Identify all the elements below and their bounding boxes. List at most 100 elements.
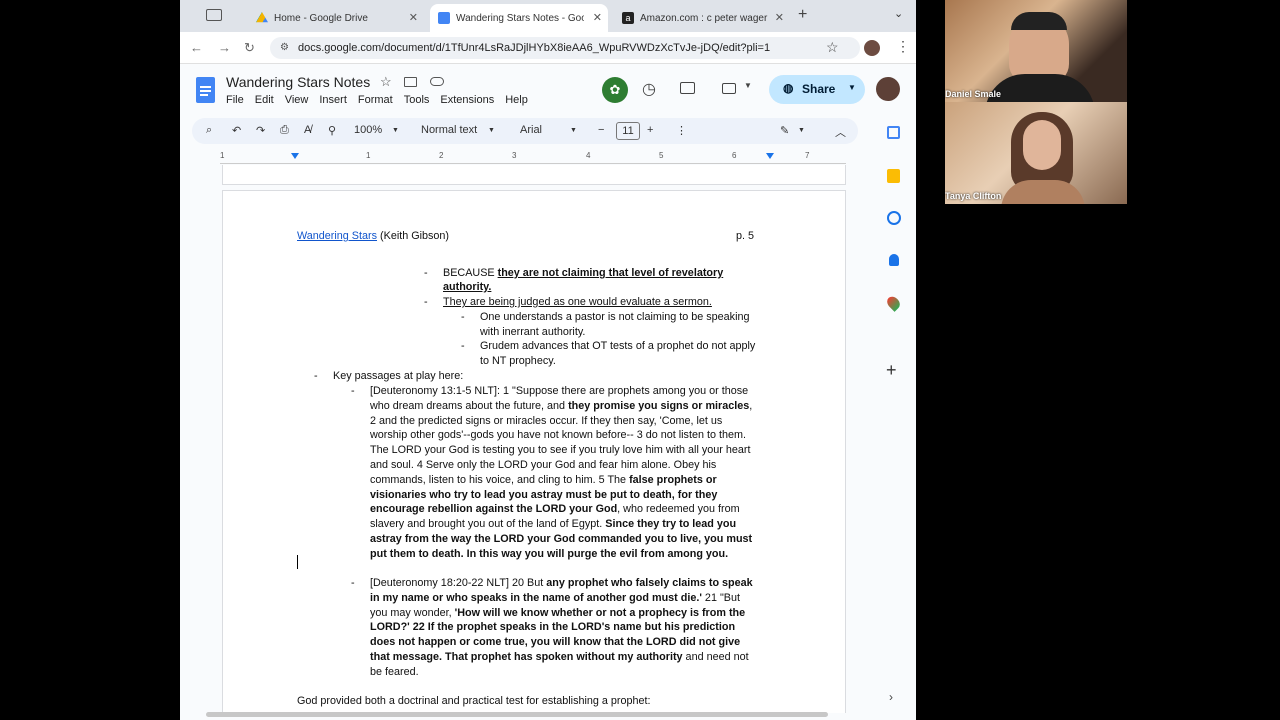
more-options-icon[interactable]: ⋮ — [676, 124, 687, 137]
calendar-icon[interactable] — [887, 126, 900, 139]
maps-icon[interactable] — [884, 294, 903, 312]
share-button[interactable]: ◍ Share ▼ — [769, 75, 865, 104]
menu-format[interactable]: Format — [358, 94, 393, 106]
docs-logo-icon[interactable] — [196, 77, 215, 103]
ruler-mark: 4 — [586, 151, 591, 160]
menu-extensions[interactable]: Extensions — [440, 94, 494, 106]
quote-text-bold: any prophet who falsely claims to speak — [546, 577, 753, 589]
redo-icon[interactable]: ↷ — [256, 124, 265, 137]
bookmark-star-icon[interactable]: ☆ — [826, 39, 839, 56]
site-settings-icon[interactable]: ⚙ — [280, 37, 289, 59]
participant-name: Tanya Clifton — [945, 191, 1002, 201]
quote-text-bold: put them to death. In this way you will … — [370, 547, 729, 560]
horizontal-scrollbar-thumb[interactable] — [206, 712, 828, 717]
participant-video — [985, 74, 1095, 102]
participant-name: Daniel Smale — [945, 89, 1002, 99]
tasks-icon[interactable] — [887, 211, 901, 225]
menu-insert[interactable]: Insert — [319, 94, 347, 106]
version-history-icon[interactable]: ◷ — [642, 79, 656, 99]
bullet-continuation: to NT prophecy. — [480, 355, 556, 367]
quote-line: be feared. — [370, 665, 419, 680]
tab-list-chevron-icon[interactable]: ⌄ — [894, 7, 903, 20]
font-size-input[interactable]: 11 — [616, 122, 640, 140]
share-dropdown-icon[interactable]: ▼ — [848, 83, 856, 92]
close-tab-icon[interactable]: ✕ — [409, 11, 418, 24]
print-icon[interactable]: ⎙ — [280, 124, 289, 137]
extension-icon[interactable]: ✿ — [602, 77, 628, 103]
contacts-icon[interactable] — [889, 254, 899, 266]
document-title[interactable]: Wandering Stars Notes — [226, 74, 370, 90]
docs-header: Wandering Stars Notes ☆ File Edit View I… — [180, 64, 916, 118]
quote-text: commands, listen to his voice, and cling… — [370, 473, 630, 486]
menu-view[interactable]: View — [285, 94, 309, 106]
document-page[interactable]: Wandering Stars (Keith Gibson) p. 5 - BE… — [222, 190, 846, 713]
editing-mode-dropdown-icon[interactable]: ▼ — [798, 127, 805, 134]
new-tab-icon[interactable]: + — [798, 6, 807, 24]
account-avatar[interactable] — [876, 77, 900, 101]
right-indent-marker[interactable] — [766, 153, 774, 159]
quote-text-bold: does not happen or come true, you will k… — [370, 636, 741, 649]
google-docs-icon — [438, 12, 450, 24]
add-addon-icon[interactable]: + — [886, 360, 897, 381]
bullet-pastor: One understands a pastor is not claiming… — [480, 311, 750, 323]
reload-icon[interactable]: ↻ — [244, 40, 255, 56]
menu-edit[interactable]: Edit — [255, 94, 274, 106]
zoom-select[interactable]: 100% — [354, 124, 382, 136]
editing-mode-icon[interactable]: ✎ — [780, 124, 789, 137]
forward-icon[interactable]: → — [218, 40, 231, 55]
undo-icon[interactable]: ↶ — [232, 124, 241, 137]
left-indent-marker[interactable] — [291, 153, 299, 159]
quote-text: 2 and the predicted signs or miracles oc… — [370, 414, 723, 427]
comments-icon[interactable] — [680, 82, 695, 94]
participant-video — [1023, 120, 1061, 170]
participant-video — [1011, 12, 1067, 30]
browser-menu-icon[interactable]: ⋮ — [896, 38, 910, 55]
paint-format-icon[interactable]: ⚲ — [328, 124, 336, 137]
quote-line: [Deuteronomy 13:1-5 NLT]: 1 "Suppose the… — [370, 384, 748, 399]
document-canvas: Wandering Stars (Keith Gibson) p. 5 - BE… — [180, 165, 865, 713]
address-bar-row: ← → ↻ ⚙ docs.google.com/document/d/1TfUn… — [180, 32, 916, 64]
quote-text-bold: 'How will we know whether or not a proph… — [454, 606, 746, 619]
quote-text: and need not — [682, 651, 749, 663]
decrease-font-size-icon[interactable]: − — [598, 124, 604, 136]
style-dropdown-icon[interactable]: ▼ — [488, 127, 495, 134]
quote-text: , who redeemed you from — [617, 503, 740, 516]
tab-search-icon[interactable] — [206, 9, 222, 21]
menu-help[interactable]: Help — [505, 94, 528, 106]
tab-google-drive[interactable]: Home - Google Drive ✕ — [248, 4, 424, 32]
closing-paragraph: God provided both a doctrinal and practi… — [297, 695, 651, 707]
meet-dropdown-icon[interactable]: ▼ — [744, 81, 752, 90]
back-icon[interactable]: ← — [190, 40, 203, 55]
menu-file[interactable]: File — [226, 94, 244, 106]
bullet-judged: They are being judged as one would evalu… — [443, 295, 712, 310]
quote-line: put them to death. In this way you will … — [370, 547, 728, 562]
bullet-text-emphasis: authority. — [443, 281, 492, 293]
quote-line: encourage rebellion against the LORD you… — [370, 502, 740, 517]
tab-label: Wandering Stars Notes - Goo — [456, 12, 584, 24]
tab-wandering-stars-notes[interactable]: Wandering Stars Notes - Goo ✕ — [430, 4, 608, 32]
quote-line: The LORD your God is testing you to see … — [370, 443, 750, 458]
move-folder-icon[interactable] — [404, 77, 417, 87]
tab-amazon[interactable]: a Amazon.com : c peter wager ✕ — [614, 4, 790, 32]
keep-icon[interactable] — [887, 169, 900, 183]
quote-text-bold: they promise you signs or miracles — [568, 399, 750, 412]
url-input[interactable]: ⚙ docs.google.com/document/d/1TfUnr4LsRa… — [270, 37, 860, 59]
spellcheck-icon[interactable]: A̸ — [304, 124, 311, 136]
menu-tools[interactable]: Tools — [404, 94, 430, 106]
font-select[interactable]: Arial — [520, 124, 542, 136]
close-tab-icon[interactable]: ✕ — [593, 11, 602, 24]
profile-avatar[interactable] — [864, 40, 880, 56]
search-menus-icon[interactable]: ⌕ — [206, 124, 212, 137]
increase-font-size-icon[interactable]: + — [647, 124, 653, 136]
header-author: (Keith Gibson) — [380, 230, 450, 242]
close-tab-icon[interactable]: ✕ — [775, 11, 784, 24]
meet-video-icon[interactable] — [722, 83, 736, 94]
header-link[interactable]: Wandering Stars — [297, 230, 377, 242]
show-side-panel-chevron-icon[interactable]: › — [889, 690, 893, 704]
star-icon[interactable]: ☆ — [380, 74, 392, 90]
font-dropdown-icon[interactable]: ▼ — [570, 127, 577, 134]
zoom-dropdown-icon[interactable]: ▼ — [392, 127, 399, 134]
hide-menus-chevron-icon[interactable]: ︿ — [835, 124, 846, 140]
style-select[interactable]: Normal text — [421, 124, 477, 136]
text-cursor — [297, 555, 298, 569]
